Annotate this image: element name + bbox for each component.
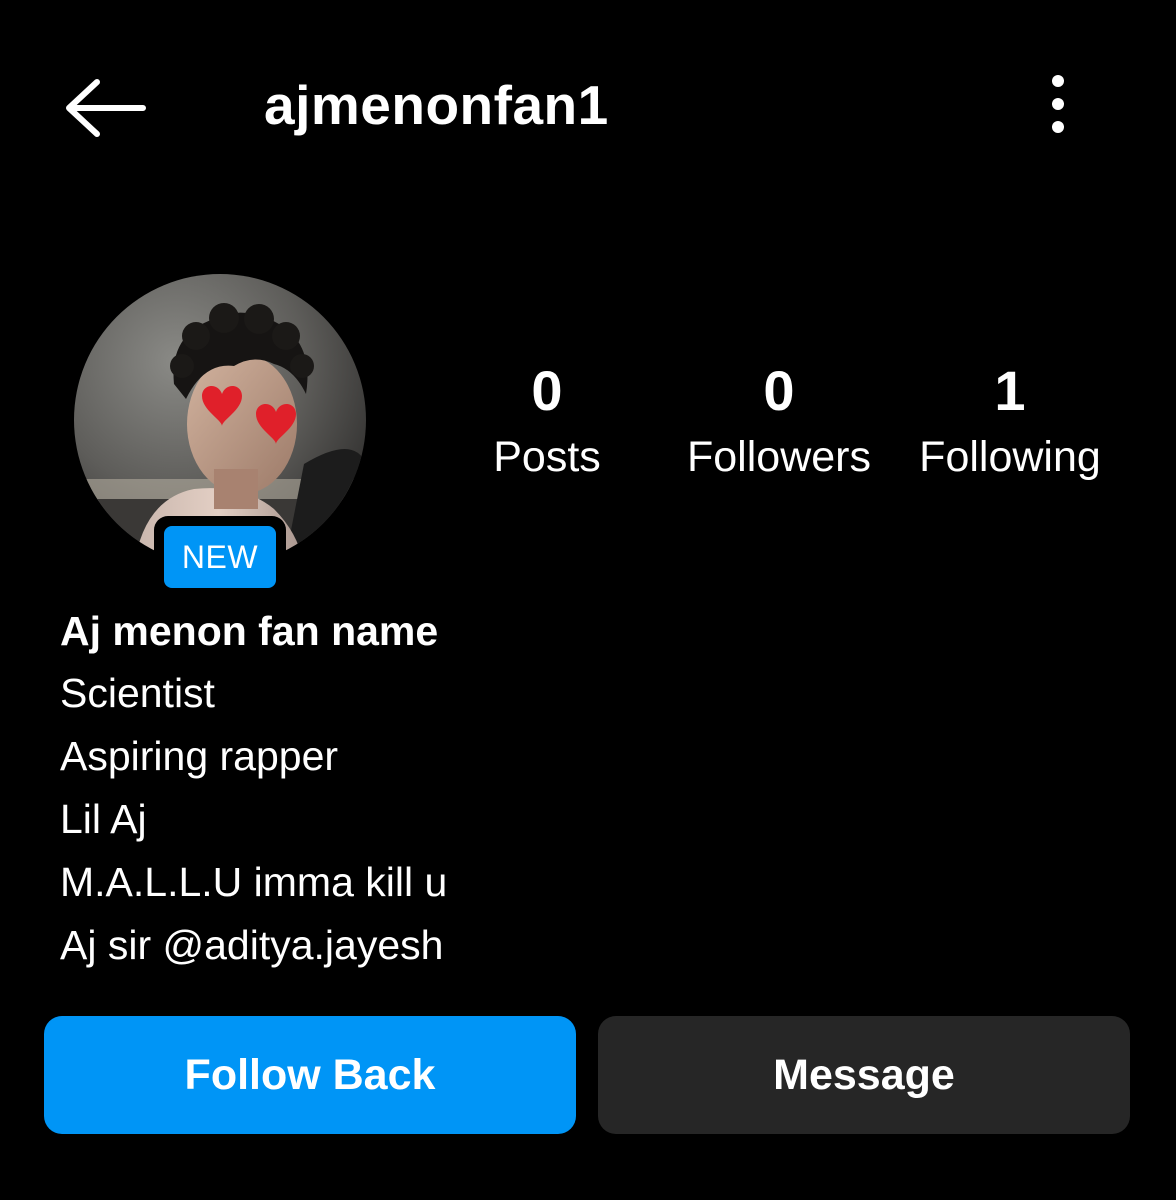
more-options-button[interactable] (1030, 68, 1086, 140)
new-badge-label: NEW (164, 526, 276, 588)
bio-line: Lil Aj (60, 796, 147, 842)
bio-line: M.A.L.L.U imma kill u (60, 859, 448, 905)
stat-followers[interactable]: 0 Followers (670, 358, 888, 484)
follow-back-button[interactable]: Follow Back (44, 1016, 576, 1134)
new-badge: NEW (154, 516, 286, 598)
following-count: 1 (994, 359, 1026, 422)
posts-label: Posts (493, 433, 601, 481)
message-button[interactable]: Message (598, 1016, 1130, 1134)
bio-line: Scientist (60, 670, 215, 716)
followers-count: 0 (763, 359, 795, 422)
display-name: Aj menon fan name (60, 608, 439, 654)
following-label: Following (919, 433, 1101, 481)
page-title-username: ajmenonfan1 (264, 74, 609, 136)
bio-line: Aspiring rapper (60, 733, 339, 779)
vertical-dots-icon (1052, 75, 1064, 133)
back-button[interactable] (56, 70, 152, 146)
followers-label: Followers (687, 433, 871, 481)
back-arrow-icon (66, 79, 146, 137)
posts-count: 0 (531, 359, 563, 422)
bio-line-mention[interactable]: Aj sir @aditya.jayesh (60, 914, 1120, 977)
stat-following[interactable]: 1 Following (902, 358, 1118, 484)
stat-posts[interactable]: 0 Posts (470, 358, 624, 484)
profile-bio: Aj menon fan name Scientist Aspiring rap… (60, 600, 1120, 977)
